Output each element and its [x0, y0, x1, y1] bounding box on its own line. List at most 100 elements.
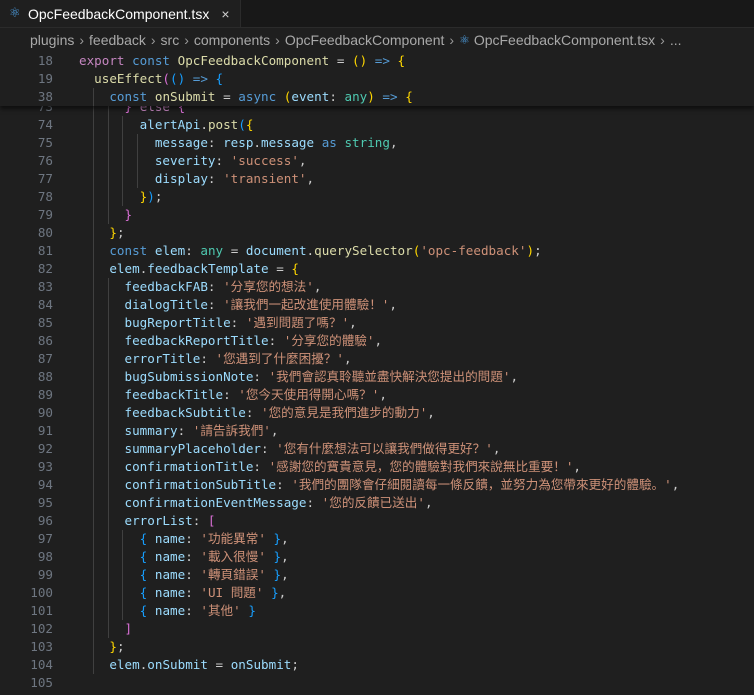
breadcrumb-item[interactable]: OpcFeedbackComponent: [285, 32, 445, 48]
code-token: ,: [281, 549, 289, 564]
code-token: const: [109, 89, 148, 104]
line-number: 86: [37, 333, 53, 348]
code-line[interactable]: 84 dialogTitle: '讓我們一起改進使用體驗！',: [0, 296, 754, 314]
code-line[interactable]: 96 errorList: [: [0, 512, 754, 530]
indent-guide: [93, 584, 95, 602]
code-line[interactable]: 102 ]: [0, 620, 754, 638]
code-token: ;: [291, 657, 299, 672]
code-line[interactable]: 81 const elem: any = document.querySelec…: [0, 242, 754, 260]
code-line[interactable]: 93 confirmationTitle: '感謝您的寶貴意見，您的體驗對我們來…: [0, 458, 754, 476]
code-line[interactable]: 80 };: [0, 224, 754, 242]
code-line[interactable]: 18 export const OpcFeedbackComponent = ()…: [0, 52, 754, 70]
code-token: }: [273, 531, 282, 546]
breadcrumb-item[interactable]: feedback: [89, 32, 146, 48]
code-line[interactable]: 19 useEffect(() => {: [0, 70, 754, 88]
code-token: resp: [223, 135, 254, 150]
code-text: }: [53, 206, 132, 224]
close-icon[interactable]: ×: [221, 6, 229, 22]
code-token: ): [147, 189, 155, 204]
code-token: =>: [374, 53, 390, 68]
line-number: 38: [37, 89, 53, 104]
tab-opcfeedbackcomponent[interactable]: ⚛ OpcFeedbackComponent.tsx ×: [0, 0, 241, 27]
code-token: ,: [306, 171, 315, 186]
code-text: [53, 674, 94, 692]
code-line[interactable]: 76 severity: 'success',: [0, 152, 754, 170]
code-line[interactable]: 95 confirmationEventMessage: '您的反饋已送出',: [0, 494, 754, 512]
indent-guide: [107, 152, 109, 170]
code-token: :: [177, 423, 193, 438]
code-token: '讓我們一起改進使用體驗！': [223, 297, 390, 312]
code-token: :: [223, 387, 239, 402]
code-token: feedbackSubtitle: [124, 405, 246, 420]
code-line[interactable]: 83 feedbackFAB: '分享您的想法',: [0, 278, 754, 296]
breadcrumb-item[interactable]: OpcFeedbackComponent.tsx: [474, 32, 655, 48]
code-line[interactable]: 85 bugReportTitle: '遇到問題了嗎？',: [0, 314, 754, 332]
code-token: :: [215, 153, 231, 168]
code-line[interactable]: 78 });: [0, 188, 754, 206]
code-token: :: [207, 135, 224, 150]
code-text: };: [53, 224, 125, 242]
code-text: display: 'transient',: [53, 170, 314, 188]
code-token: :: [276, 477, 292, 492]
breadcrumb: plugins › feedback › src › components › OpcFeedb…: [0, 28, 754, 52]
code-line[interactable]: 103 };: [0, 638, 754, 656]
indent-guide: [93, 368, 95, 386]
sticky-scroll-header[interactable]: 18 export const OpcFeedbackComponent = ()…: [0, 52, 754, 106]
code-line[interactable]: 98 { name: '載入很慢' },: [0, 548, 754, 566]
line-number: 80: [37, 225, 53, 240]
code-token: name: [154, 531, 186, 546]
indent-guide: [136, 134, 138, 152]
code-line[interactable]: 104 elem.onSubmit = onSubmit;: [0, 656, 754, 674]
code-line[interactable]: 87 errorTitle: '您遇到了什麼困擾？',: [0, 350, 754, 368]
code-editor[interactable]: 18 export const OpcFeedbackComponent = ()…: [0, 52, 754, 695]
breadcrumb-item[interactable]: components: [194, 32, 270, 48]
breadcrumb-item[interactable]: src: [161, 32, 180, 48]
code-line[interactable]: 38 const onSubmit = async (event: any) =…: [0, 88, 754, 106]
code-line[interactable]: 94 confirmationSubTitle: '我們的團隊會仔細閱讀每一條反…: [0, 476, 754, 494]
code-line[interactable]: 91 summary: '請告訴我們',: [0, 422, 754, 440]
code-token: (: [238, 117, 246, 132]
indent-guide: [122, 134, 124, 152]
code-token: :: [230, 315, 246, 330]
code-line[interactable]: 100 { name: 'UI 問題' },: [0, 584, 754, 602]
code-line[interactable]: 88 bugSubmissionNote: '我們會認真聆聽並盡快解決您提出的問…: [0, 368, 754, 386]
code-token: display: [154, 171, 208, 186]
code-line[interactable]: 92 summaryPlaceholder: '您有什麼想法可以讓我們做得更好？…: [0, 440, 754, 458]
code-line[interactable]: 97 { name: '功能異常' },: [0, 530, 754, 548]
tsx-file-icon: ⚛: [9, 5, 21, 20]
code-line[interactable]: 99 { name: '轉頁錯誤' },: [0, 566, 754, 584]
code-text: confirmationEventMessage: '您的反饋已送出',: [53, 494, 433, 512]
code-text: { name: '轉頁錯誤' },: [53, 566, 289, 584]
code-token: elem: [154, 243, 186, 258]
code-line[interactable]: 90 feedbackSubtitle: '您的意見是我們進步的動力',: [0, 404, 754, 422]
indent-guide: [93, 548, 95, 566]
code-line[interactable]: 79 }: [0, 206, 754, 224]
indent-guide: [93, 134, 95, 152]
code-line[interactable]: 77 display: 'transient',: [0, 170, 754, 188]
code-line[interactable]: 74 alertApi.post({: [0, 116, 754, 134]
code-line[interactable]: 89 feedbackTitle: '您今天使用得開心嗎？',: [0, 386, 754, 404]
breadcrumb-item[interactable]: plugins: [30, 32, 74, 48]
code-lines[interactable]: 73 } else {74 alertApi.post({75 message:…: [0, 98, 754, 692]
code-line[interactable]: 75 message: resp.message as string,: [0, 134, 754, 152]
indent-guide: [93, 332, 95, 350]
code-token: 'transient': [223, 171, 307, 186]
code-token: document: [245, 243, 307, 258]
breadcrumb-item[interactable]: ...: [670, 32, 682, 48]
code-line[interactable]: 86 feedbackReportTitle: '分享您的體驗',: [0, 332, 754, 350]
chevron-right-icon: ›: [184, 32, 189, 48]
code-line[interactable]: 101 { name: '其他' }: [0, 602, 754, 620]
code-line[interactable]: 82 elem.feedbackTemplate = {: [0, 260, 754, 278]
code-line[interactable]: 105: [0, 674, 754, 692]
code-token: useEffect: [94, 71, 163, 86]
indent-guide: [93, 638, 95, 656]
